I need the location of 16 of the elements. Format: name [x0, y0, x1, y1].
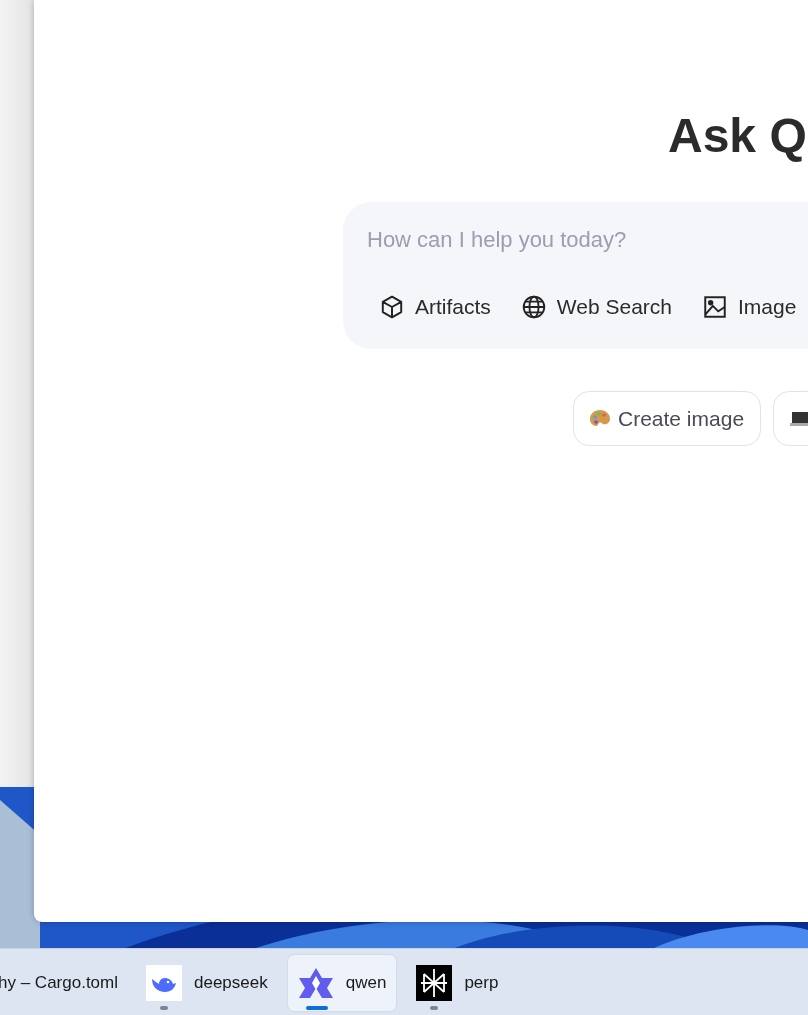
suggestion-chip[interactable]: Create image	[573, 391, 762, 446]
snowflake-logo-icon	[416, 964, 453, 1001]
prompt-input[interactable]: How can I help you today?	[367, 224, 767, 256]
image-icon	[702, 294, 729, 320]
taskbar-item[interactable]: perp	[406, 954, 509, 1011]
tool-button[interactable]: Image	[702, 294, 797, 320]
cube-icon	[379, 294, 405, 320]
tool-button[interactable]: Web Search	[520, 294, 673, 320]
whale-icon	[146, 964, 182, 1001]
taskbar-item[interactable]: deepseek	[136, 954, 278, 1011]
taskbar-item[interactable]: hy – Cargo.toml	[0, 954, 128, 1011]
globe-icon	[520, 294, 547, 320]
prompt-box[interactable]: How can I help you today? Artifacts Web Search Image	[343, 202, 808, 349]
taskbar-item[interactable]: qwen	[287, 954, 397, 1011]
tool-button[interactable]: Artifacts	[379, 294, 491, 320]
page-heading: Ask Q	[668, 108, 808, 164]
